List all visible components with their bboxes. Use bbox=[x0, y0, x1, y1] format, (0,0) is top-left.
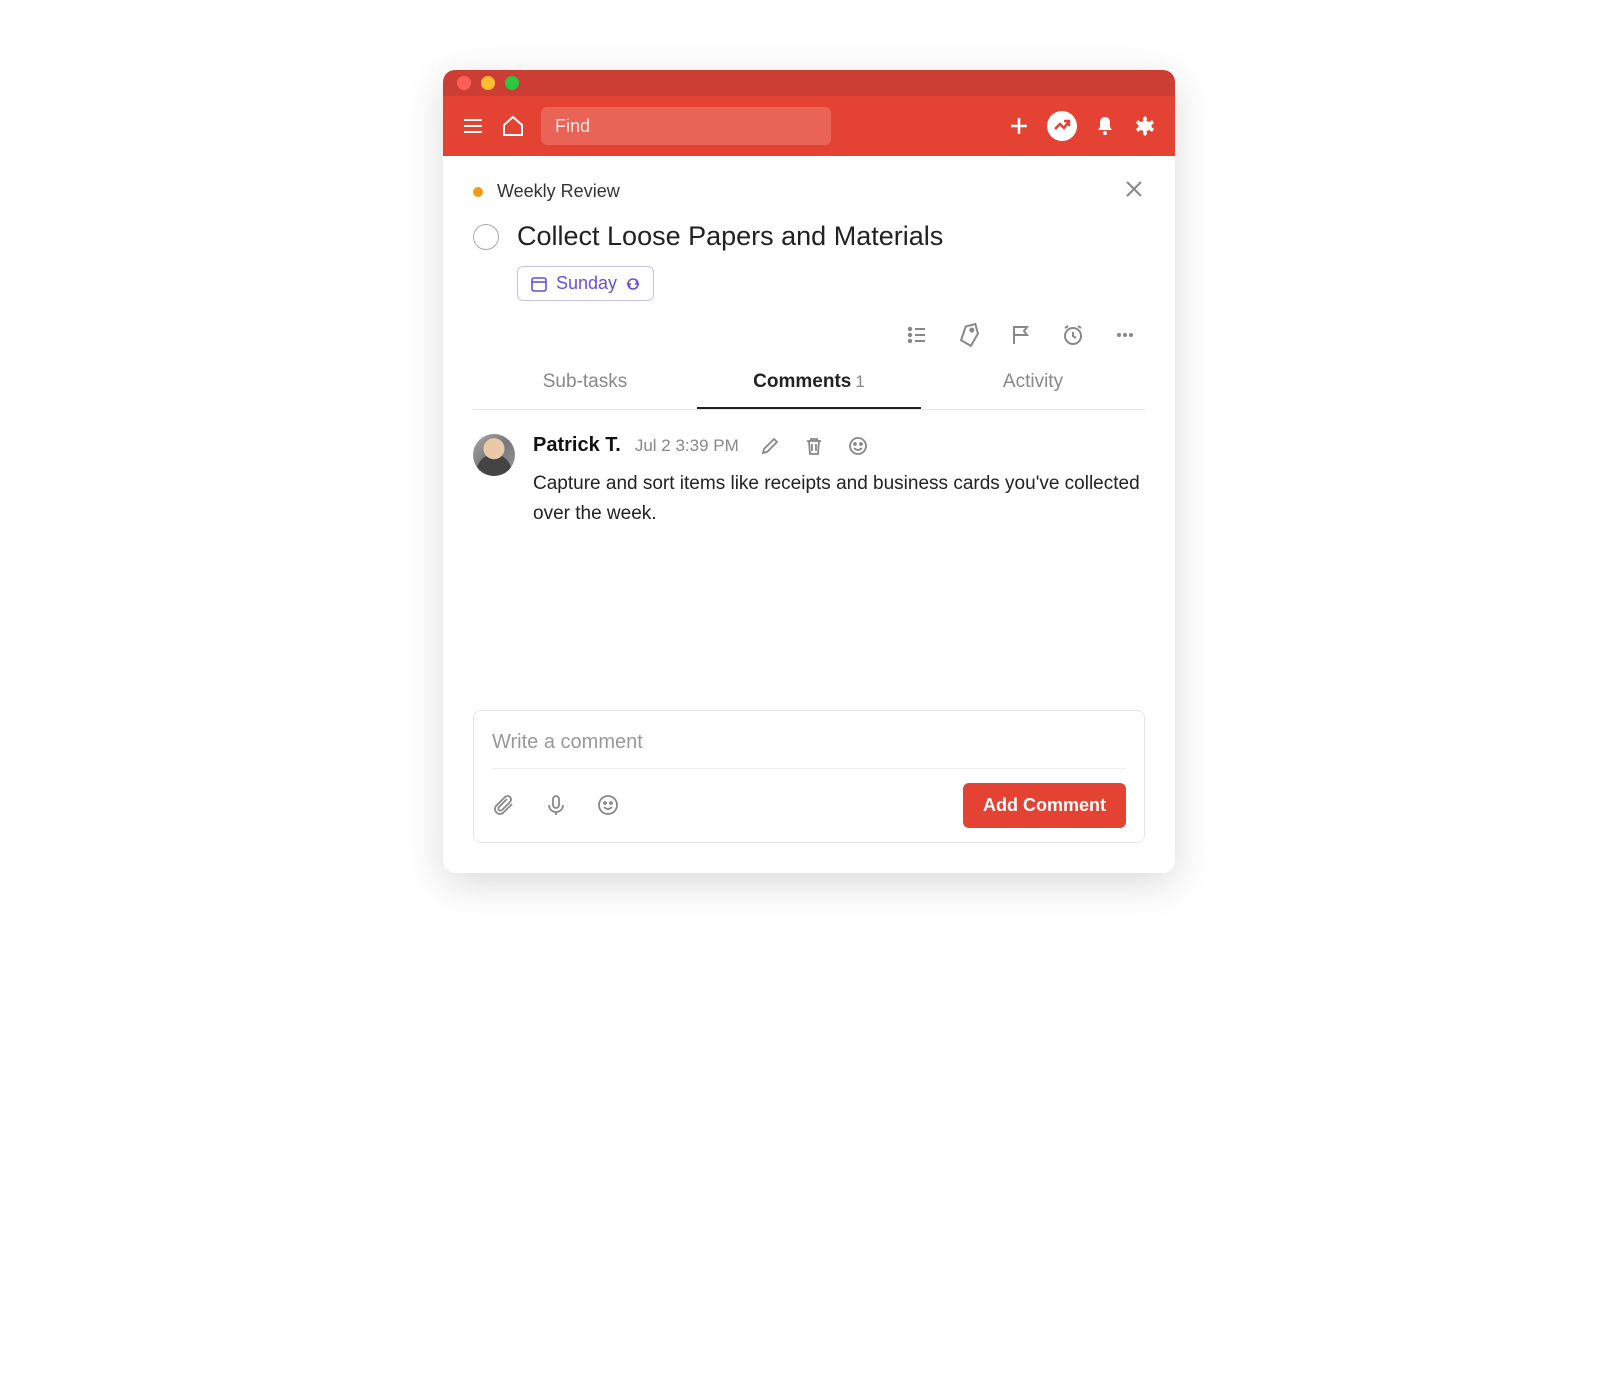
emoji-picker-icon[interactable] bbox=[596, 793, 620, 817]
comment-input[interactable] bbox=[492, 725, 1126, 769]
add-icon[interactable] bbox=[1007, 114, 1031, 138]
app-toolbar bbox=[443, 96, 1175, 156]
attachment-icon[interactable] bbox=[492, 793, 516, 817]
window-titlebar bbox=[443, 70, 1175, 96]
comment-author: Patrick T. bbox=[533, 434, 621, 457]
task-detail-panel: Weekly Review Collect Loose Papers and M… bbox=[443, 156, 1175, 873]
reminder-icon[interactable] bbox=[1061, 323, 1085, 347]
add-comment-button[interactable]: Add Comment bbox=[963, 783, 1126, 828]
window-close-button[interactable] bbox=[457, 76, 471, 90]
close-button[interactable] bbox=[1123, 178, 1145, 205]
subtasks-icon[interactable] bbox=[905, 323, 929, 347]
edit-icon[interactable] bbox=[759, 435, 781, 457]
recurring-icon bbox=[625, 276, 641, 292]
avatar bbox=[473, 434, 515, 476]
tab-subtasks[interactable]: Sub-tasks bbox=[473, 357, 697, 409]
due-date-chip[interactable]: Sunday bbox=[517, 266, 654, 301]
window-minimize-button[interactable] bbox=[481, 76, 495, 90]
delete-icon[interactable] bbox=[803, 435, 825, 457]
productivity-icon[interactable] bbox=[1047, 111, 1077, 141]
flag-icon[interactable] bbox=[1009, 323, 1033, 347]
more-icon[interactable] bbox=[1113, 323, 1137, 347]
task-checkbox[interactable] bbox=[473, 224, 499, 250]
settings-icon[interactable] bbox=[1133, 114, 1157, 138]
menu-icon[interactable] bbox=[461, 114, 485, 138]
task-title[interactable]: Collect Loose Papers and Materials bbox=[517, 221, 943, 252]
app-window: Weekly Review Collect Loose Papers and M… bbox=[443, 70, 1175, 873]
search-input[interactable] bbox=[541, 107, 831, 145]
comment-item: Patrick T. Jul 2 3:39 PM Cap bbox=[473, 434, 1145, 530]
tab-comments-count: 1 bbox=[855, 372, 864, 391]
tab-comments[interactable]: Comments1 bbox=[697, 357, 921, 409]
emoji-icon[interactable] bbox=[847, 435, 869, 457]
project-color-dot bbox=[473, 187, 483, 197]
notifications-icon[interactable] bbox=[1093, 114, 1117, 138]
due-date-label: Sunday bbox=[556, 273, 617, 294]
home-icon[interactable] bbox=[501, 114, 525, 138]
comment-composer: Add Comment bbox=[473, 710, 1145, 843]
microphone-icon[interactable] bbox=[544, 793, 568, 817]
project-name[interactable]: Weekly Review bbox=[497, 181, 620, 202]
tab-activity[interactable]: Activity bbox=[921, 357, 1145, 409]
comment-timestamp: Jul 2 3:39 PM bbox=[635, 436, 739, 456]
window-maximize-button[interactable] bbox=[505, 76, 519, 90]
tag-icon[interactable] bbox=[957, 323, 981, 347]
tab-comments-label: Comments bbox=[753, 371, 851, 392]
tab-bar: Sub-tasks Comments1 Activity bbox=[473, 357, 1145, 410]
comment-text: Capture and sort items like receipts and… bbox=[533, 469, 1145, 530]
